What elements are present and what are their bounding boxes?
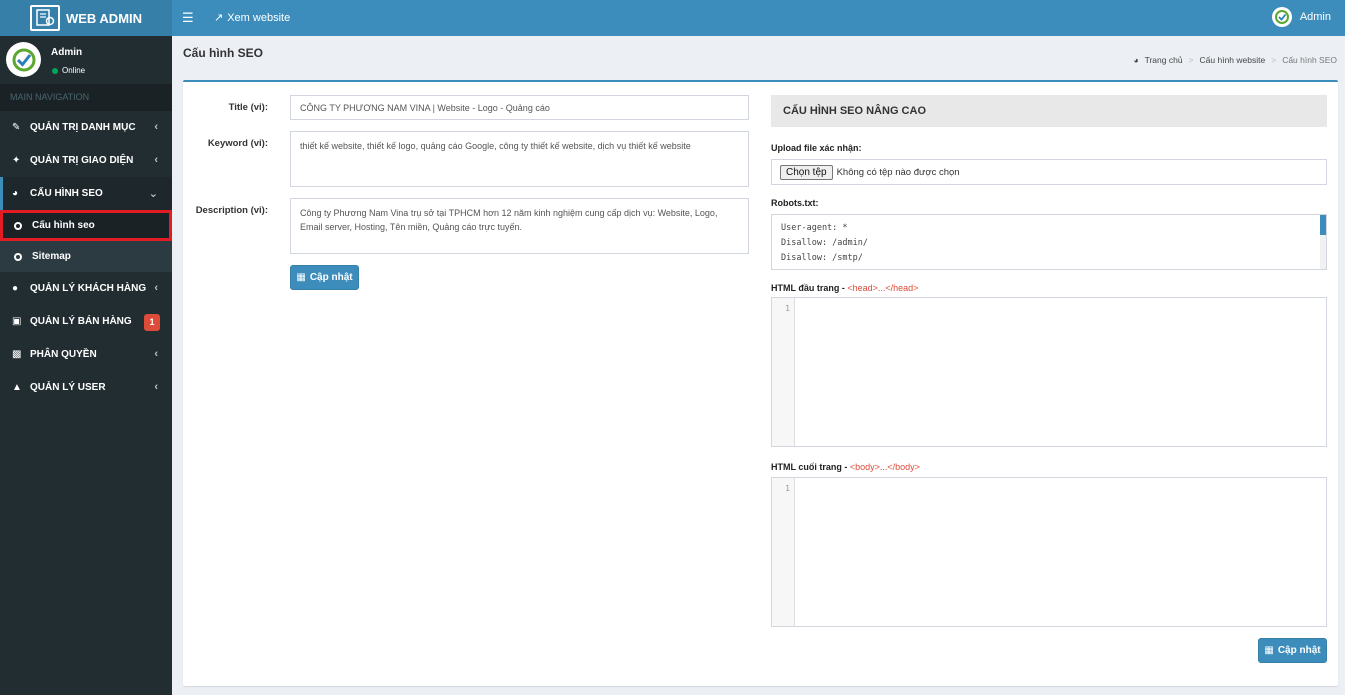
body-html-label: HTML cuối trang - <body>...</body> bbox=[771, 462, 920, 472]
external-link-icon: ↗ bbox=[214, 12, 224, 24]
dashboard-icon: ◕ bbox=[12, 188, 19, 199]
save-icon: ▦ bbox=[296, 272, 306, 283]
robots-label: Robots.txt: bbox=[771, 198, 819, 208]
seo-config-box: Title (vi): CÔNG TY PHƯƠNG NAM VINA | We… bbox=[183, 80, 1338, 686]
edit-icon: ✎ bbox=[12, 122, 21, 133]
user-panel: Admin Online bbox=[0, 36, 172, 84]
chevron-down-icon: ⌄ bbox=[148, 188, 158, 200]
update-button-left[interactable]: ▦ Cập nhật bbox=[290, 265, 359, 290]
online-dot-icon bbox=[52, 67, 58, 74]
breadcrumb-separator: > bbox=[1188, 55, 1194, 65]
page-title: Cấu hình SEO bbox=[183, 46, 264, 60]
logo-text: WEB ADMIN bbox=[65, 10, 143, 26]
dashboard-icon: ◕ bbox=[1133, 55, 1139, 65]
choose-file-button[interactable]: Chọn tệp bbox=[780, 164, 833, 180]
sidebar-item-users[interactable]: ▲ QUẢN LÝ USER ‹ bbox=[0, 371, 172, 404]
advanced-seo-title: CẤU HÌNH SEO NÂNG CAO bbox=[771, 95, 1327, 127]
breadcrumb-home[interactable]: Trang chủ bbox=[1145, 55, 1183, 65]
sidebar-item-seo[interactable]: ◕ CẤU HÌNH SEO ⌄ bbox=[0, 177, 172, 210]
logo[interactable]: WEB ADMIN bbox=[0, 0, 172, 36]
chevron-left-icon: ‹ bbox=[154, 154, 158, 166]
sidebar-subitem-seo-config[interactable]: Cấu hình seo bbox=[0, 210, 172, 241]
description-label: Description (vi): bbox=[195, 205, 268, 216]
money-icon: ▣ bbox=[12, 316, 22, 327]
keyword-label: Keyword (vi): bbox=[207, 138, 268, 149]
line-number-gutter: 1 bbox=[772, 298, 795, 446]
upload-label: Upload file xác nhận: bbox=[771, 143, 862, 153]
robots-textarea[interactable]: User-agent: * Disallow: /admin/ Disallow… bbox=[771, 214, 1327, 270]
title-input[interactable]: CÔNG TY PHƯƠNG NAM VINA | Website - Logo… bbox=[290, 95, 749, 120]
description-textarea[interactable]: Công ty Phương Nam Vina trụ sở tại TPHCM… bbox=[290, 198, 749, 254]
seo-submenu: Cấu hình seo Sitemap bbox=[0, 210, 172, 272]
top-user-name: Admin bbox=[1299, 11, 1331, 23]
user-avatar-small bbox=[1271, 7, 1292, 27]
sidebar-item-customers[interactable]: ● QUẢN LÝ KHÁCH HÀNG ‹ bbox=[0, 272, 172, 305]
sidebar-subitem-sitemap[interactable]: Sitemap bbox=[0, 241, 172, 272]
circle-icon bbox=[14, 252, 22, 261]
keyword-textarea[interactable]: thiết kế website, thiết kế logo, quảng c… bbox=[290, 131, 749, 187]
sidebar-toggle-icon[interactable]: ☰ bbox=[182, 10, 194, 26]
save-icon: ▦ bbox=[1264, 645, 1274, 656]
sidebar-user-name: Admin bbox=[51, 47, 83, 58]
head-html-label: HTML đầu trang - <head>...</head> bbox=[771, 283, 919, 293]
view-website-link[interactable]: ↗ Xem website bbox=[214, 11, 290, 25]
lock-icon: ▩ bbox=[12, 349, 22, 360]
magic-icon: ✦ bbox=[12, 155, 21, 166]
robots-scrollbar[interactable] bbox=[1320, 215, 1326, 269]
user-icon: ▲ bbox=[12, 382, 22, 393]
admin-logo-icon bbox=[29, 5, 60, 31]
line-number-gutter: 1 bbox=[772, 478, 795, 626]
sidebar-item-sales[interactable]: ▣ QUẢN LÝ BÁN HÀNG 1 bbox=[0, 305, 172, 338]
breadcrumb-current: Cấu hình SEO bbox=[1282, 55, 1337, 65]
file-upload-input[interactable]: Chọn tệp Không có tệp nào được chọn bbox=[771, 159, 1327, 185]
body-html-editor[interactable]: 1 bbox=[771, 477, 1327, 627]
sidebar-item-interface[interactable]: ✦ QUẢN TRỊ GIAO DIỆN ‹ bbox=[0, 144, 172, 177]
title-label: Title (vi): bbox=[228, 102, 268, 113]
chevron-left-icon: ‹ bbox=[154, 121, 158, 133]
sidebar-item-permissions[interactable]: ▩ PHÂN QUYỀN ‹ bbox=[0, 338, 172, 371]
sidebar: Admin Online MAIN NAVIGATION ✎ QUẢN TRỊ … bbox=[0, 36, 172, 695]
update-button-right[interactable]: ▦ Cập nhật bbox=[1258, 638, 1327, 663]
breadcrumb: ◕ Trang chủ > Cấu hình website > Cấu hìn… bbox=[1133, 55, 1337, 65]
circle-icon bbox=[14, 221, 22, 230]
user-status: Online bbox=[52, 66, 85, 75]
chevron-left-icon: ‹ bbox=[154, 381, 158, 393]
user-menu[interactable]: Admin bbox=[1271, 7, 1331, 27]
chevron-left-icon: ‹ bbox=[154, 348, 158, 360]
chevron-left-icon: ‹ bbox=[154, 282, 158, 294]
breadcrumb-separator: > bbox=[1271, 55, 1277, 65]
sales-badge: 1 bbox=[144, 314, 160, 331]
sidebar-item-category[interactable]: ✎ QUẢN TRỊ DANH MỤC ‹ bbox=[0, 111, 172, 144]
breadcrumb-website-config[interactable]: Cấu hình website bbox=[1200, 55, 1266, 65]
head-html-editor[interactable]: 1 bbox=[771, 297, 1327, 447]
nav-header: MAIN NAVIGATION bbox=[0, 84, 172, 111]
top-navbar: WEB ADMIN ☰ ↗ Xem website Admin bbox=[0, 0, 1345, 36]
users-icon: ● bbox=[12, 283, 19, 294]
avatar bbox=[6, 42, 41, 77]
no-file-text: Không có tệp nào được chọn bbox=[836, 166, 960, 178]
